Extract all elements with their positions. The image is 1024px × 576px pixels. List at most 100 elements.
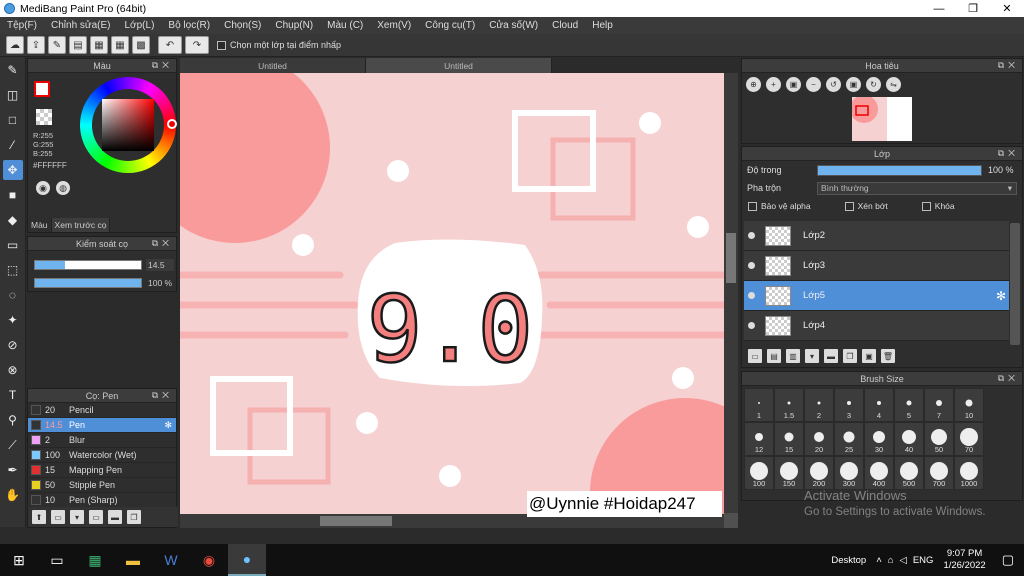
rotate-right-icon[interactable]: ↻ — [866, 76, 881, 92]
layer-row[interactable]: Lớp2 — [744, 221, 1009, 251]
layer-row[interactable]: Lớp4 — [744, 311, 1009, 341]
brush-size-cell[interactable]: 1.5 — [774, 388, 804, 422]
brush-size-cell[interactable]: 30 — [864, 422, 894, 456]
grid-icon[interactable]: ▦ — [111, 36, 129, 54]
rotate-left-icon[interactable]: ↺ — [826, 76, 841, 92]
zoom-out-icon[interactable]: − — [806, 76, 821, 92]
menu-layer[interactable]: Lớp(L) — [118, 20, 162, 31]
word-icon[interactable]: W — [152, 544, 190, 576]
visibility-icon[interactable] — [748, 292, 755, 299]
zoom-fit-icon[interactable]: ⊕ — [746, 76, 761, 92]
zoom-in-icon[interactable]: + — [766, 76, 781, 92]
brush-size-cell[interactable]: 1000 — [954, 456, 984, 490]
bucket-tool-icon[interactable]: ◆ — [3, 210, 23, 230]
chat-icon[interactable]: ▤ — [69, 36, 87, 54]
brush-item[interactable]: 2 Blur — [28, 433, 176, 448]
menu-edit[interactable]: Chỉnh sửa(E) — [44, 20, 118, 31]
windows-start-icon[interactable]: ⊞ — [0, 544, 38, 576]
brush-size-cell[interactable]: 4 — [864, 388, 894, 422]
layer-folder-icon[interactable]: ▬ — [824, 349, 838, 363]
close-button[interactable]: ✕ — [990, 0, 1024, 17]
canvas-artwork[interactable]: 9.0 — [180, 73, 724, 514]
add-layer-menu-icon[interactable]: ▾ — [805, 349, 819, 363]
fit-window-icon[interactable]: ▣ — [846, 76, 861, 92]
panel-controls[interactable]: ⧉✕ — [998, 60, 1019, 71]
panel-controls[interactable]: ⧉✕ — [152, 390, 173, 401]
navigator-thumbnail[interactable] — [850, 95, 912, 141]
new-layer-icon[interactable]: ▭ — [748, 349, 762, 363]
vertical-scrollbar[interactable] — [724, 73, 738, 513]
new-halftone-layer-icon[interactable]: ▤ — [767, 349, 781, 363]
tiles-icon[interactable]: ▩ — [132, 36, 150, 54]
tab-brush-preview[interactable]: Xem trước cọ — [51, 218, 111, 232]
excel-icon[interactable]: ▦ — [76, 544, 114, 576]
comment-icon[interactable]: ✎ — [48, 36, 66, 54]
notification-icon[interactable]: ▢ — [1002, 552, 1014, 568]
hue-knob[interactable] — [167, 119, 177, 129]
chevron-up-icon[interactable]: ˄ — [876, 555, 882, 566]
brush-tool-icon[interactable]: ✎ — [3, 60, 23, 80]
volume-icon[interactable]: ◁ — [900, 555, 907, 566]
brush-size-cell[interactable]: 700 — [924, 456, 954, 490]
menu-view[interactable]: Xem(V) — [370, 20, 418, 31]
file-explorer-icon[interactable]: ▬ — [114, 544, 152, 576]
new-brush-icon[interactable]: ▭ — [51, 510, 65, 524]
brush-size-cell[interactable]: 25 — [834, 422, 864, 456]
input-language[interactable]: ENG — [913, 555, 934, 566]
brush-size-slider[interactable] — [34, 260, 142, 270]
chrome-icon[interactable]: ◉ — [190, 544, 228, 576]
brush-menu-icon[interactable]: ▾ — [70, 510, 84, 524]
rectangle-tool-icon[interactable]: □ — [3, 110, 23, 130]
merge-layer-icon[interactable]: ▣ — [862, 349, 876, 363]
clock[interactable]: 9:07 PM 1/26/2022 — [943, 548, 985, 572]
desktop-toolbar[interactable]: Desktop — [831, 555, 866, 566]
layer-opacity-slider[interactable] — [817, 164, 982, 176]
brush-size-cell[interactable]: 2 — [804, 388, 834, 422]
menu-tools[interactable]: Công cụ(T) — [418, 20, 482, 31]
task-view-icon[interactable]: ▭ — [38, 544, 76, 576]
menu-help[interactable]: Help — [585, 20, 620, 31]
brush-size-cell[interactable]: 3 — [834, 388, 864, 422]
network-icon[interactable]: ⌂ — [888, 555, 894, 566]
eraser-tool-icon[interactable]: ◫ — [3, 85, 23, 105]
brush-size-cell[interactable]: 150 — [774, 456, 804, 490]
redo-icon[interactable]: ↷ — [185, 36, 209, 54]
copy-brush-icon[interactable]: ❐ — [127, 510, 141, 524]
gradient-tool-icon[interactable]: ▭ — [3, 235, 23, 255]
select-rect-tool-icon[interactable]: ⬚ — [3, 260, 23, 280]
panel-controls[interactable]: ⧉✕ — [998, 148, 1019, 159]
menu-filter[interactable]: Bộ lọc(R) — [161, 20, 217, 31]
delete-layer-icon[interactable]: 🗑 — [881, 349, 895, 363]
menu-cloud[interactable]: Cloud — [545, 20, 585, 31]
folder-icon[interactable]: ▬ — [108, 510, 122, 524]
layer-scrollbar[interactable] — [1010, 223, 1020, 345]
brush-size-cell[interactable]: 50 — [924, 422, 954, 456]
undo-icon[interactable]: ↶ — [158, 36, 182, 54]
brush-size-cell[interactable]: 1 — [744, 388, 774, 422]
brush-item[interactable]: 20 Pencil — [28, 403, 176, 418]
menu-snap[interactable]: Chụp(N) — [268, 20, 320, 31]
panel-controls[interactable]: ⧉✕ — [152, 238, 173, 249]
layer-row[interactable]: Lớp5 ✻ — [744, 281, 1009, 311]
share-icon[interactable]: ⇪ — [27, 36, 45, 54]
flip-icon[interactable]: ⇋ — [886, 76, 901, 92]
visibility-icon[interactable] — [748, 262, 755, 269]
brush-size-cell[interactable]: 10 — [954, 388, 984, 422]
brush-size-cell[interactable]: 5 — [894, 388, 924, 422]
brush-size-cell[interactable]: 20 — [804, 422, 834, 456]
hand-tool-icon[interactable]: ✋ — [3, 485, 23, 505]
checkbox-box[interactable] — [217, 40, 226, 50]
menu-select[interactable]: Chọn(S) — [217, 20, 268, 31]
brush-item[interactable]: 10 Pen (Sharp) — [28, 493, 176, 508]
tab-color[interactable]: Màu — [28, 218, 52, 232]
panel-controls[interactable]: ⧉✕ — [152, 60, 173, 71]
actual-size-icon[interactable]: ▣ — [786, 76, 801, 92]
brush-item[interactable]: 15 Mapping Pen — [28, 463, 176, 478]
doc-tab-2[interactable]: Untitled — [366, 58, 552, 73]
canvas-area[interactable]: 9.0 — [180, 73, 738, 528]
visibility-icon[interactable] — [748, 322, 755, 329]
fill-rect-tool-icon[interactable]: ■ — [3, 185, 23, 205]
brush-size-cell[interactable]: 7 — [924, 388, 954, 422]
brush-size-cell[interactable]: 70 — [954, 422, 984, 456]
palette-icon[interactable]: ◉ — [36, 181, 50, 195]
